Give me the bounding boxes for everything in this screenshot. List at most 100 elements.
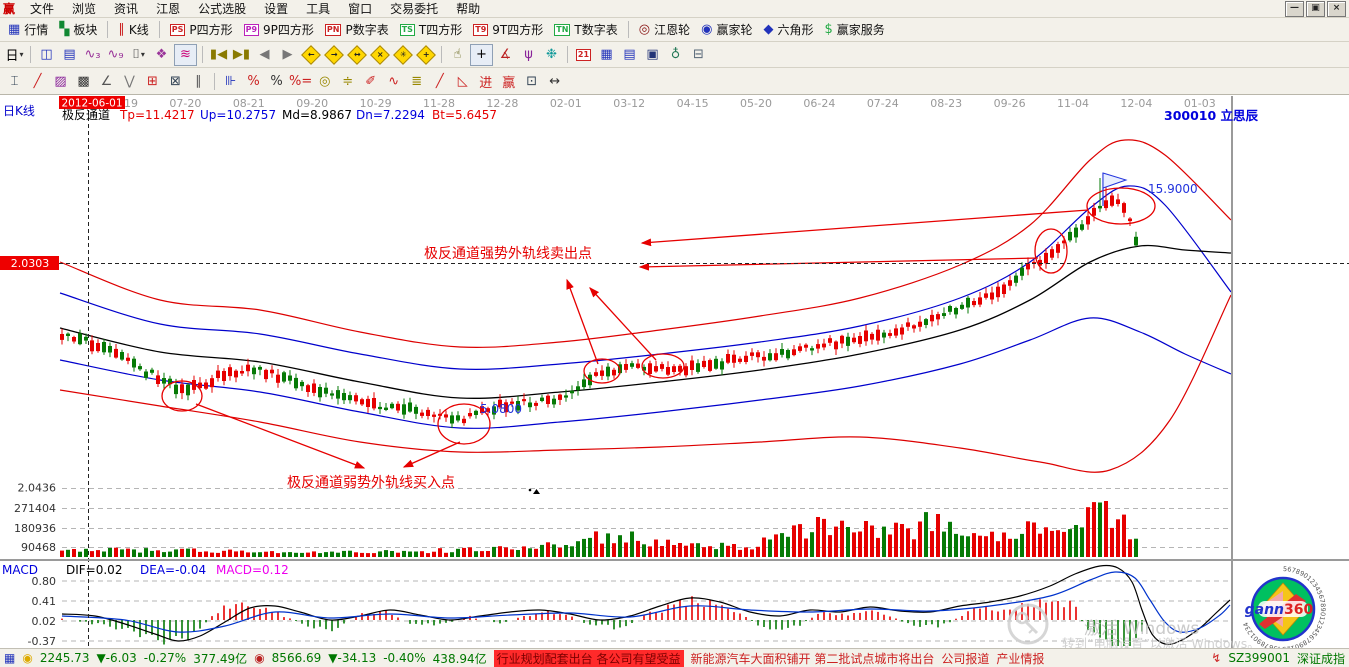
black-grid-icon[interactable]: ⊠ [165, 71, 186, 91]
chart-area[interactable]: 06-1907-2008-2109-2010-2911-2812-2802-01… [0, 95, 1349, 648]
kline-button[interactable]: ∥K线 [113, 20, 153, 39]
gann-cross-icon[interactable]: × [369, 45, 390, 65]
volume-bar [1008, 539, 1012, 557]
golden-section-icon[interactable]: ≑ [337, 71, 358, 91]
news-headline-2[interactable]: 新能源汽车大面积铺开 第二批试点城市将出台 [691, 650, 935, 667]
volume-bar [216, 553, 220, 557]
gann-both-glyph: ↔ [347, 45, 367, 65]
volume-bar [270, 551, 274, 557]
candle-style-button[interactable]: ⌷▾ [128, 45, 149, 65]
zoom-window-icon[interactable]: ◫ [36, 45, 57, 65]
dropdown-arrow-icon[interactable]: ▾ [20, 50, 24, 59]
candle-body [744, 356, 748, 362]
printer-icon[interactable]: ⊟ [688, 45, 709, 65]
parallel-lines-icon[interactable]: ∥ [188, 71, 209, 91]
volume-profile-icon[interactable]: ≋ [174, 44, 197, 66]
sz-index-icon[interactable]: ◉ [254, 651, 264, 665]
t-square-icon[interactable]: ⌶ [4, 71, 25, 91]
scale-ruler-icon[interactable]: ⊪ [220, 71, 241, 91]
news-headline-hot[interactable]: 行业规划配套出台 各公司有望受益 [494, 650, 684, 667]
percent-line-icon[interactable]: % [243, 71, 264, 91]
hexagon-button[interactable]: ◆六角形 [758, 20, 818, 39]
ma9-icon[interactable]: ∿₉ [105, 45, 126, 65]
channel-tool-icon[interactable]: ◺ [452, 71, 473, 91]
quotes-button[interactable]: ▦行情 [3, 20, 53, 39]
gann-grid-icon[interactable]: + [415, 45, 436, 65]
jump-last-icon[interactable]: ▶▮ [231, 45, 252, 65]
flag-pen-icon[interactable]: ✐ [360, 71, 381, 91]
winner-wheel-button[interactable]: ◉赢家轮 [696, 20, 757, 39]
notebook-icon[interactable]: ▤ [619, 45, 640, 65]
menu-item-6[interactable]: 工具 [297, 0, 339, 17]
close-button[interactable]: × [1327, 1, 1346, 17]
ma3-icon[interactable]: ∿₃ [82, 45, 103, 65]
wave-line-icon[interactable]: ∿ [383, 71, 404, 91]
winner-tool-icon[interactable]: 赢 [498, 71, 519, 91]
percent-icon[interactable]: % [266, 71, 287, 91]
news-link-industry[interactable]: 产业情报 [996, 650, 1044, 667]
menu-item-0[interactable]: 文件 [21, 0, 63, 17]
sh-index-icon[interactable]: ◉ [22, 651, 32, 665]
red-grid-icon[interactable]: ⊞ [142, 71, 163, 91]
protractor-icon[interactable]: ∡ [495, 45, 516, 65]
dropdown-arrow-icon[interactable]: ▾ [141, 50, 145, 59]
style-settings-icon[interactable]: ❖ [151, 45, 172, 65]
volume-bar [558, 548, 562, 557]
winner-service-button[interactable]: $赢家服务 [820, 20, 890, 39]
minimize-button[interactable]: — [1285, 1, 1304, 17]
golden-line-icon[interactable]: ≣ [406, 71, 427, 91]
crosshair-tool-glyph: + [476, 47, 487, 62]
gann-left-icon[interactable]: ← [300, 45, 321, 65]
golden-circle-icon[interactable]: ◎ [314, 71, 335, 91]
t-square-button[interactable]: TST四方形 [395, 20, 468, 39]
tree-tool-icon[interactable]: ψ [518, 45, 539, 65]
restore-button[interactable]: ▣ [1306, 1, 1325, 17]
price-grid-label: 2.0436 [18, 482, 57, 495]
step-back-icon[interactable]: ◀ [254, 45, 275, 65]
news-link-company[interactable]: 公司报道 [941, 650, 989, 667]
calculator-icon[interactable]: ▦ [596, 45, 617, 65]
menu-item-9[interactable]: 帮助 [447, 0, 489, 17]
width-measure-icon[interactable]: ↔ [544, 71, 565, 91]
gann-wheel-button[interactable]: ◎江恩轮 [634, 20, 695, 39]
angle-ray-icon[interactable]: ╱ [429, 71, 450, 91]
digit-ruler-icon[interactable]: ⊡ [521, 71, 542, 91]
t-number-button[interactable]: TNT数字表 [549, 20, 623, 39]
world-clock-icon[interactable]: ♁ [665, 45, 686, 65]
fractal-tool-icon[interactable]: ❉ [541, 45, 562, 65]
gann-right-icon[interactable]: → [323, 45, 344, 65]
menu-item-8[interactable]: 交易委托 [381, 0, 447, 17]
info-panel-icon[interactable]: ▤ [59, 45, 80, 65]
percent-retrace-icon[interactable]: %= [289, 71, 312, 91]
v-line-icon[interactable]: ⋁ [119, 71, 140, 91]
calendar-icon[interactable]: 21 [573, 45, 594, 65]
save-icon[interactable]: ▣ [642, 45, 663, 65]
gann-both-icon[interactable]: ↔ [346, 45, 367, 65]
menu-item-3[interactable]: 江恩 [147, 0, 189, 17]
gann-box-icon[interactable]: ▨ [50, 71, 71, 91]
volume-bar [1062, 532, 1066, 557]
t9-square-button[interactable]: T99T四方形 [468, 20, 548, 39]
p-square-button[interactable]: PSP四方形 [165, 20, 238, 39]
menu-item-1[interactable]: 浏览 [63, 0, 105, 17]
menu-item-5[interactable]: 设置 [255, 0, 297, 17]
sectors-button[interactable]: ▚板块 [54, 20, 102, 39]
step-forward-icon[interactable]: ▶ [277, 45, 298, 65]
gann-fan-icon[interactable]: ╱ [27, 71, 48, 91]
market-table-icon[interactable]: ▦ [4, 651, 15, 665]
trend-angle-icon[interactable]: ∠ [96, 71, 117, 91]
jump-first-icon[interactable]: ▮◀ [208, 45, 229, 65]
menu-item-4[interactable]: 公式选股 [189, 0, 255, 17]
volume-bar [792, 525, 796, 557]
gann-grid-box-icon[interactable]: ▩ [73, 71, 94, 91]
period-day-button[interactable]: 日▾ [4, 45, 25, 65]
volume-bar [660, 546, 664, 557]
gann-star-icon[interactable]: ✳ [392, 45, 413, 65]
menu-item-7[interactable]: 窗口 [339, 0, 381, 17]
hand-tool-icon[interactable]: ☝ [447, 45, 468, 65]
crosshair-tool-icon[interactable]: + [470, 44, 493, 66]
p-number-button[interactable]: PNP数字表 [320, 20, 394, 39]
p9-square-button[interactable]: P99P四方形 [239, 20, 319, 39]
advance-tool-icon[interactable]: 进 [475, 71, 496, 91]
menu-item-2[interactable]: 资讯 [105, 0, 147, 17]
